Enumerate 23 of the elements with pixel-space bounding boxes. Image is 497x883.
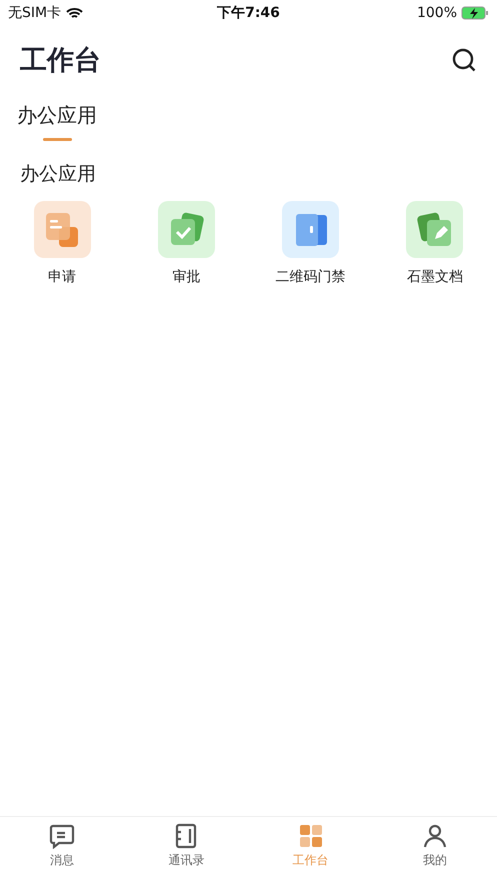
tab-bar-item[interactable]: 通讯录 bbox=[124, 823, 248, 883]
battery-icon bbox=[461, 6, 490, 20]
app-tile[interactable] bbox=[34, 201, 91, 258]
grid-icon bbox=[298, 823, 324, 849]
app-label: 石墨文档 bbox=[406, 268, 463, 286]
person-icon bbox=[422, 823, 448, 849]
wifi-icon bbox=[66, 6, 84, 20]
app-label: 二维码门禁 bbox=[276, 268, 346, 286]
tab-bar-item[interactable]: 我的 bbox=[372, 823, 497, 883]
page-title: 工作台 bbox=[20, 44, 101, 78]
tab-bar-item[interactable]: 消息 bbox=[0, 823, 124, 883]
chat-icon bbox=[49, 823, 76, 849]
app-label: 申请 bbox=[48, 268, 76, 286]
app-tile[interactable] bbox=[406, 201, 464, 258]
app-tile[interactable] bbox=[158, 201, 215, 258]
app-tile[interactable] bbox=[282, 201, 340, 258]
category-tab[interactable]: 办公应用 bbox=[17, 102, 97, 141]
search-icon[interactable] bbox=[451, 47, 477, 73]
battery-text: 100% bbox=[416, 5, 458, 21]
app-label: 审批 bbox=[172, 268, 200, 286]
carrier-text: 无SIM卡 bbox=[8, 4, 62, 22]
clock-text: 下午7:46 bbox=[217, 4, 280, 22]
section-title: 办公应用 bbox=[19, 162, 97, 187]
